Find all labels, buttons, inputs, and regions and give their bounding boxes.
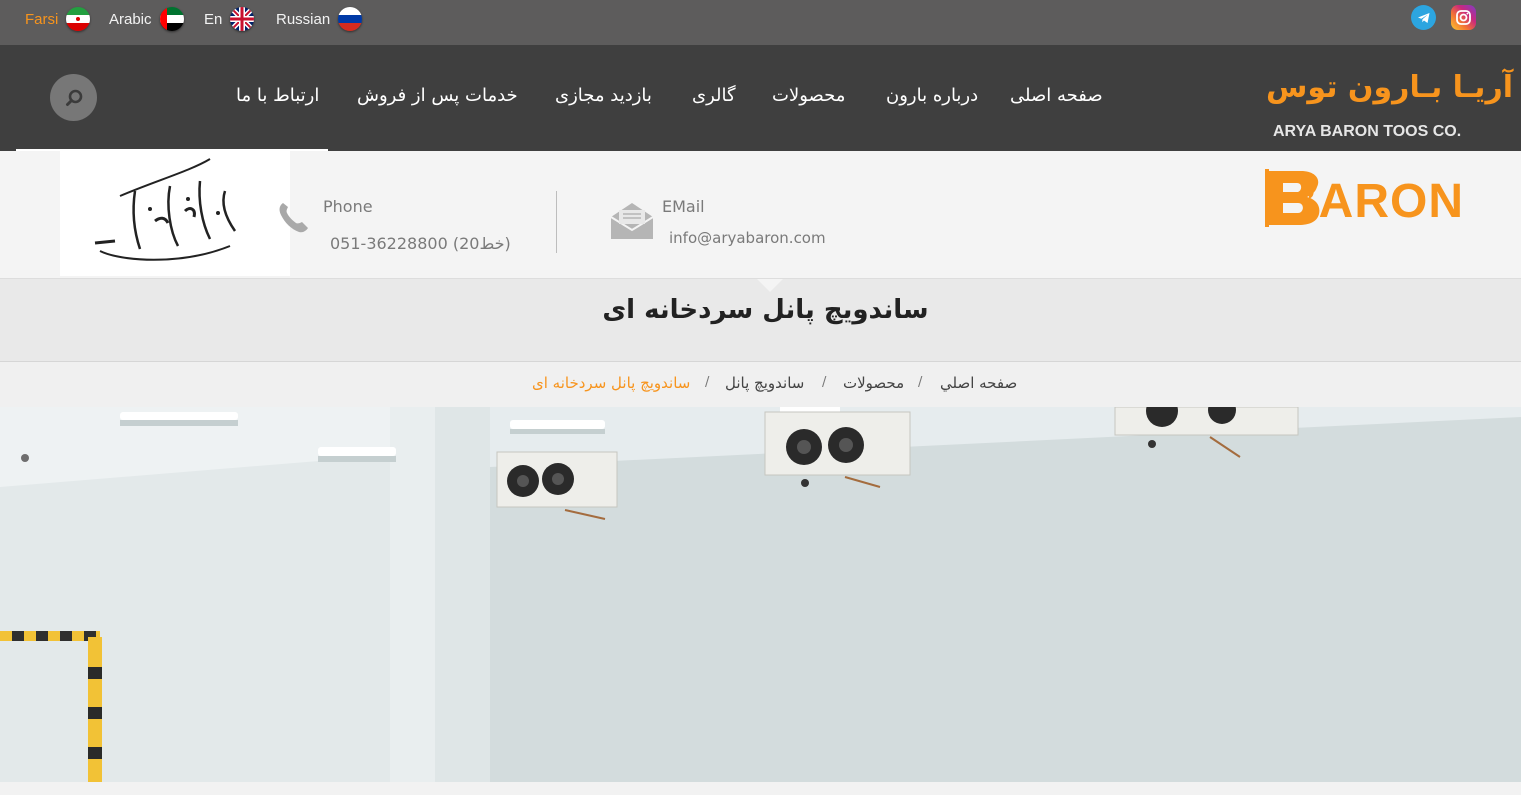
lang-english[interactable]: En [204,7,255,31]
language-bar: Farsi Arabic En Russian [0,0,1521,45]
instagram-icon[interactable] [1451,5,1476,30]
nav-contact[interactable]: ارتباط با ما [236,85,319,106]
breadcrumb-home[interactable]: صفحه اصلي [940,374,1017,392]
page-title-band: ساندویچ پانل سردخانه ای [0,279,1521,362]
phone-label: Phone [323,197,373,216]
breadcrumb-products[interactable]: محصولات [843,374,904,392]
iran-flag-icon [66,7,91,31]
email-icon [609,201,655,245]
search-button[interactable] [50,74,97,121]
breadcrumb-separator: / [918,375,923,390]
logo-persian-text[interactable]: آریـا بـارون توس [1266,70,1514,105]
phone-icon [275,199,311,239]
email-label: EMail [662,197,705,216]
page-title: ساندویچ پانل سردخانه ای [602,295,929,325]
nav-after-sales[interactable]: خدمات پس از فروش [357,85,518,106]
main-navbar: ارتباط با ما خدمات پس از فروش بازدید مجا… [0,45,1521,151]
breadcrumb-separator: / [705,375,710,390]
baron-logo-text: BARON [1283,175,1464,228]
cold-room-photo [0,407,1521,782]
breadcrumb-current: ساندویچ پانل سردخانه ای [532,374,691,392]
lang-russian[interactable]: Russian [276,7,363,31]
calligraphy-image [94,158,237,261]
uk-flag-icon [230,7,255,31]
breadcrumb-separator: / [822,375,827,390]
telegram-icon[interactable] [1411,5,1436,30]
lang-label: Russian [276,10,331,28]
page-bottom [0,782,1521,795]
lang-label: Arabic [109,10,152,28]
email-value[interactable]: info@aryabaron.com [669,229,826,247]
search-icon [65,89,82,106]
caret-pointer [757,279,783,292]
nav-home[interactable]: صفحه اصلی [1010,85,1103,106]
lang-farsi[interactable]: Farsi [25,7,91,31]
uae-flag-icon [159,7,184,31]
lang-label: Farsi [25,10,59,28]
hero-image [0,407,1521,782]
breadcrumb-sandwich-panel[interactable]: ساندويچ پانل [725,374,804,392]
calligraphy-logo [60,151,290,276]
contact-header: Phone 051-36228800 (20خط) EMail info@ary… [0,151,1521,279]
lang-label: En [204,10,223,28]
phone-value[interactable]: 051-36228800 (20خط) [330,234,511,253]
nav-products[interactable]: محصولات [772,85,845,106]
lang-arabic[interactable]: Arabic [109,7,184,31]
russia-flag-icon [338,7,363,31]
logo-english-text[interactable]: ARYA BARON TOOS CO. [1273,123,1461,141]
nav-gallery[interactable]: گالری [692,85,736,106]
breadcrumb: ساندویچ پانل سردخانه ای / ساندويچ پانل /… [0,362,1521,407]
baron-logo[interactable]: BARON [1265,169,1483,231]
nav-virtual-tour[interactable]: بازدید مجازی [555,85,652,106]
nav-about[interactable]: درباره بارون [886,85,978,106]
contact-divider [556,191,557,253]
